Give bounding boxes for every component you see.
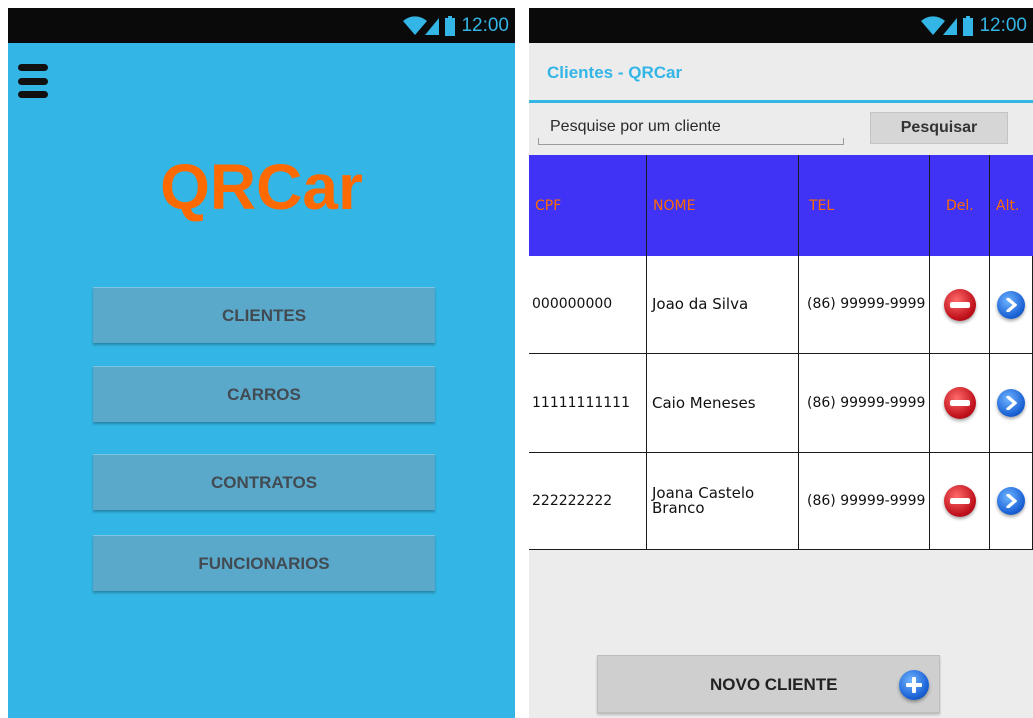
edit-icon[interactable] [997,487,1025,515]
cell-tel: (86) 99999-9999 [799,453,930,550]
page-title: Clientes - QRCar [547,63,683,82]
clientes-button[interactable]: CLIENTES [93,287,435,343]
delete-cell [930,354,990,453]
contratos-button[interactable]: CONTRATOS [93,454,435,510]
new-client-label: NOVO CLIENTE [710,675,838,694]
delete-cell [930,256,990,354]
column-header-del: Del. [930,155,990,256]
app-logo: QRCar [160,151,363,223]
cell-cpf: 11111111111 [529,354,647,453]
status-time: 12:00 [461,14,509,36]
delete-cell [930,453,990,550]
status-bar: 12:00 [529,8,1033,43]
signal-icon [943,16,958,36]
clients-screen: 12:00 Clientes - QRCar Pesquise por um c… [529,8,1033,718]
delete-icon[interactable] [943,288,976,321]
search-button[interactable]: Pesquisar [870,112,1008,144]
cell-tel: (86) 99999-9999 [799,354,930,453]
funcionarios-button[interactable]: FUNCIONARIOS [93,535,435,591]
cell-cpf: 000000000 [529,256,647,354]
delete-icon[interactable] [943,387,976,419]
edit-cell [990,354,1033,453]
wifi-icon [403,15,428,36]
search-input[interactable]: Pesquise por um cliente [538,114,844,145]
cell-name: Caio Meneses [647,354,799,453]
column-header-nome: NOME [647,155,799,256]
cell-name: Joao da Silva [647,256,799,354]
cell-tel: (86) 99999-9999 [799,256,930,354]
cell-name: Joana Castelo Branco [647,453,799,550]
edit-icon[interactable] [997,389,1025,417]
home-screen: 12:00 QRCar CLIENTES CARROS CONTRATOS FU… [8,8,515,718]
column-header-tel: TEL [799,155,930,256]
edit-cell [990,453,1033,550]
edit-icon[interactable] [997,290,1025,319]
column-header-alt: Alt. [990,155,1033,256]
wifi-icon [921,15,946,36]
appbar-divider [529,100,1033,103]
battery-icon [963,15,974,36]
status-time: 12:00 [979,14,1027,36]
cell-cpf: 222222222 [529,453,647,550]
search-placeholder: Pesquise por um cliente [550,118,721,135]
column-header-cpf: CPF [529,155,647,256]
edit-cell [990,256,1033,354]
carros-button[interactable]: CARROS [93,366,435,422]
menu-icon[interactable] [18,64,48,98]
status-bar: 12:00 [8,8,515,43]
add-icon [899,670,929,700]
new-client-button[interactable]: NOVO CLIENTE [597,655,940,713]
battery-icon [445,15,456,36]
signal-icon [425,16,440,36]
delete-icon[interactable] [943,485,976,517]
